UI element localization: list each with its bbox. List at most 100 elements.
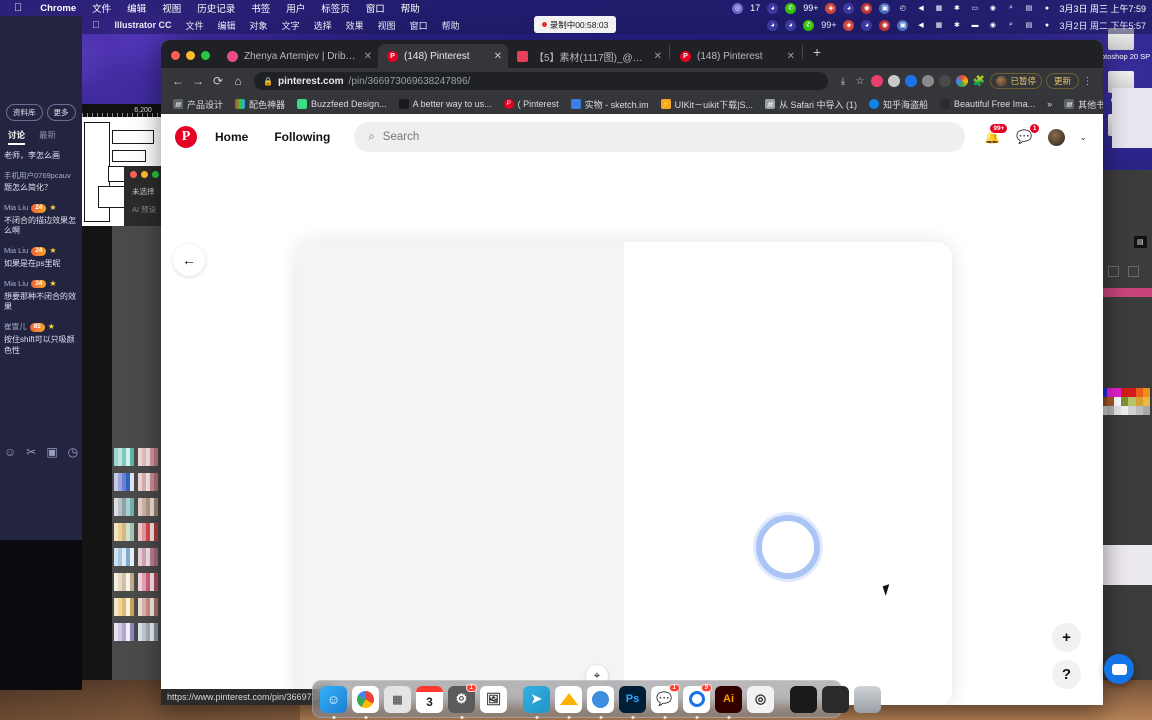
browser-tab-dribbble[interactable]: Zhenya Artemjev | Dribbble ✕	[218, 44, 378, 68]
menu-file[interactable]: 文件	[84, 1, 119, 15]
menu-edit[interactable]: 编辑	[119, 1, 154, 15]
bookmark-item[interactable]: Beautiful Free Ima...	[934, 99, 1041, 109]
background-chat-app[interactable]: 资料库 更多 讨论 最新 老师，李怎么画 手机用户0769pcauv 题怎么简化…	[0, 16, 82, 581]
swatch-group[interactable]	[114, 573, 134, 591]
menubar-app-name[interactable]: Chrome	[32, 3, 84, 14]
browser-tab-huaban[interactable]: 【5】素材(1117图)_@梦久旅人🌸 ✕	[508, 44, 668, 68]
dock-item-calendar[interactable]: 3	[416, 685, 443, 713]
alert-icon[interactable]: ◉	[861, 2, 873, 14]
dock-item-settings[interactable]: ⚙ 1	[448, 683, 477, 719]
menu-effect[interactable]: 效果	[339, 19, 371, 32]
extension-blue-icon[interactable]	[902, 73, 919, 90]
extension-pinterest-icon[interactable]	[885, 73, 902, 90]
chat-tab-discussion[interactable]: 讨论	[8, 129, 26, 145]
history-icon[interactable]: ◷	[68, 445, 78, 459]
swatch-group[interactable]	[138, 548, 158, 566]
support-chat-bubble[interactable]	[1104, 654, 1134, 684]
bookmark-item[interactable]: 实物 - sketch.im	[565, 98, 655, 111]
new-tab-button[interactable]: +	[804, 44, 830, 64]
dock-item-wechat[interactable]: 💬 1	[651, 683, 680, 719]
search-icon[interactable]: ⌕	[1005, 3, 1016, 14]
dropbox-icon[interactable]: ◕	[843, 2, 855, 14]
reload-icon[interactable]: ⟳	[208, 71, 228, 91]
clock-icon[interactable]: ◴	[897, 3, 908, 14]
star-icon[interactable]: ☆	[851, 73, 868, 90]
wifi-icon[interactable]: ◉	[987, 3, 998, 14]
menu-tab[interactable]: 标签页	[313, 1, 358, 15]
dock-item-preview[interactable]: 🖼	[480, 685, 507, 713]
menu-type[interactable]: 文字	[275, 19, 307, 32]
swatch-group[interactable]	[114, 523, 134, 541]
bookmark-item[interactable]: P( Pinterest	[498, 99, 565, 109]
menu-bookmarks[interactable]: 书签	[243, 1, 278, 15]
dock-item-launchpad[interactable]: ▦	[384, 685, 411, 713]
close-tab-icon[interactable]: ✕	[654, 51, 662, 62]
chat-tab-latest[interactable]: 最新	[39, 129, 56, 145]
keyboard-icon[interactable]: ▦	[933, 3, 944, 14]
screenshot-icon[interactable]: ▣	[879, 2, 891, 14]
floating-action-buttons[interactable]: + ?	[1052, 623, 1081, 689]
swatch-group[interactable]	[138, 623, 158, 641]
emoji-icon[interactable]: ☺	[4, 445, 16, 459]
wifi-icon[interactable]: ◉	[987, 20, 998, 31]
home-icon[interactable]: ⌂	[228, 71, 248, 91]
shadowsocks-icon[interactable]: ◈	[843, 19, 855, 31]
panel-cell[interactable]	[1108, 266, 1119, 277]
alert-icon[interactable]: ◉	[879, 19, 891, 31]
browser-tab-pinterest-2[interactable]: P (148) Pinterest ✕	[671, 44, 801, 68]
bookmark-item[interactable]: Buzzfeed Design...	[291, 99, 393, 109]
bookmark-item[interactable]: ▤ 产品设计	[167, 98, 229, 111]
extension-dark-icon[interactable]	[936, 73, 953, 90]
dropbox-icon[interactable]: ◕	[785, 19, 797, 31]
screenshot-icon[interactable]: ▣	[897, 19, 909, 31]
bookmarks-overflow-button[interactable]: »	[1041, 99, 1058, 109]
shadowsocks-icon[interactable]: ◈	[825, 2, 837, 14]
volume-icon[interactable]: ◀	[915, 3, 926, 14]
messages-button[interactable]: 💬 1	[1013, 123, 1041, 148]
close-tab-icon[interactable]: ✕	[494, 51, 502, 62]
menu-window[interactable]: 窗口	[358, 1, 393, 15]
dock-item-photoshop[interactable]: Ps	[619, 685, 646, 719]
dock-item-sketch[interactable]	[555, 685, 582, 719]
user-icon[interactable]: ●	[1041, 20, 1052, 31]
window-traffic-lights[interactable]	[169, 51, 218, 68]
bookmark-item[interactable]: 配色神器	[229, 98, 291, 111]
close-tab-icon[interactable]: ✕	[787, 51, 795, 62]
back-icon[interactable]: ←	[168, 71, 188, 91]
dock-item-spotlight[interactable]: ◎	[747, 685, 774, 713]
macos-menubar-illustrator[interactable]:  Illustrator CC 文件 编辑 对象 文字 选择 效果 视图 窗口…	[82, 16, 1152, 34]
dock-item-qq-browser[interactable]: 9	[683, 683, 712, 719]
swatch-group[interactable]	[114, 448, 134, 466]
menu-history[interactable]: 历史记录	[189, 1, 243, 15]
dock-item-illustrator[interactable]: Ai	[715, 685, 742, 719]
menubar-datetime[interactable]: 3月3日 周三 上午7:59	[1059, 2, 1146, 15]
chrome-browser-window[interactable]: Zhenya Artemjev | Dribbble ✕ P (148) Pin…	[161, 40, 1103, 705]
address-bar[interactable]: 🔒 pinterest.com /pin/366973069638247896/	[254, 72, 829, 90]
dock-item-finder[interactable]: ☺	[320, 685, 347, 719]
browser-toolbar[interactable]: ← → ⟳ ⌂ 🔒 pinterest.com /pin/36697306963…	[161, 68, 1103, 94]
user-icon[interactable]: ●	[1041, 3, 1052, 14]
keyboard-icon[interactable]: ▦	[933, 20, 944, 31]
pinterest-logo-icon[interactable]: P	[175, 126, 197, 148]
image-icon[interactable]: ▣	[46, 445, 57, 459]
recording-indicator[interactable]: 录制中00:58:03	[534, 16, 616, 33]
extension-grammarly-icon[interactable]	[868, 73, 885, 90]
close-tab-icon[interactable]: ✕	[364, 51, 372, 62]
create-button[interactable]: +	[1052, 623, 1081, 652]
battery-icon[interactable]: ▭	[969, 3, 980, 14]
menu-view[interactable]: 视图	[371, 19, 403, 32]
nav-home[interactable]: Home	[207, 130, 256, 144]
bookmark-item[interactable]: ▤ 从 Safari 中导入 (1)	[759, 98, 863, 111]
bookmark-item[interactable]: ⚡ UIKit－uikit下载|S...	[655, 98, 759, 111]
dock-item-telegram[interactable]: ➤	[523, 685, 550, 719]
bluetooth-icon[interactable]: ✱	[951, 20, 962, 31]
menu-object[interactable]: 对象	[243, 19, 275, 32]
search-icon[interactable]: ⌕	[1005, 20, 1016, 31]
apple-menu-icon[interactable]: 	[82, 20, 108, 31]
macos-menubar-chrome[interactable]:  Chrome 文件 编辑 视图 历史记录 书签 用户 标签页 窗口 帮助 ◎…	[0, 0, 1152, 16]
pinterest-header[interactable]: P Home Following ⌕ Search 🔔 99+ 💬 1 ⌄	[161, 114, 1103, 160]
dock-item-trash[interactable]	[854, 685, 881, 713]
menu-file[interactable]: 文件	[179, 19, 211, 32]
apple-menu-icon[interactable]: 	[0, 2, 32, 14]
chat-chip-more[interactable]: 更多	[46, 104, 76, 121]
